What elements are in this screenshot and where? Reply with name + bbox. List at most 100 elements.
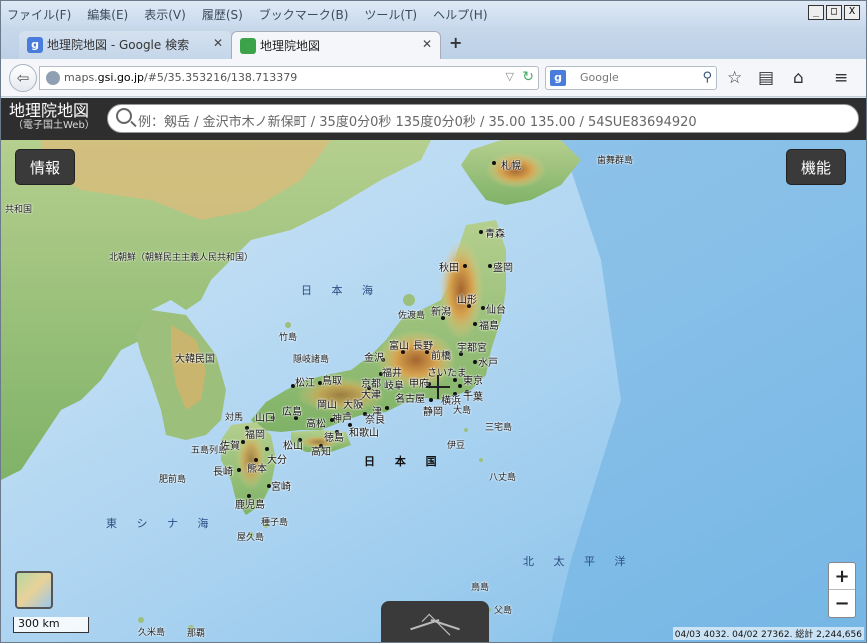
- city-dot: [492, 161, 496, 165]
- dropdown-icon[interactable]: ▽: [506, 70, 514, 83]
- island-tsushima: 対馬: [225, 413, 244, 423]
- search-bar[interactable]: g Google ⚲: [545, 66, 717, 90]
- city-morioka: 盛岡: [493, 263, 513, 274]
- back-button[interactable]: ⇦: [9, 64, 37, 92]
- city-yamagata: 山形: [457, 295, 477, 306]
- city-sendai: 仙台: [486, 305, 506, 316]
- city-tokyo: 東京: [463, 376, 483, 387]
- globe-icon: [46, 71, 60, 85]
- city-kochi: 高知: [311, 447, 331, 458]
- city-dot: [237, 468, 241, 472]
- search-input[interactable]: Google: [580, 71, 619, 84]
- place-search-input[interactable]: 例：剱岳 / 金沢市木ノ新保町 / 35度0分0秒 135度0分0秒 / 35.…: [107, 104, 859, 133]
- country-label-japan: 日 本 国: [364, 455, 445, 468]
- city-okayama: 岡山: [317, 400, 337, 411]
- city-nagano: 長野: [413, 341, 433, 352]
- region-label-south-korea: 大韓民国: [175, 354, 215, 365]
- info-button[interactable]: 情報: [15, 149, 76, 185]
- island-hachijo: 八丈島: [489, 473, 517, 483]
- city-aomori: 青森: [485, 229, 505, 240]
- home-icon[interactable]: ⌂: [793, 68, 804, 88]
- new-tab-icon[interactable]: +: [449, 33, 462, 52]
- city-chiba: 千葉: [463, 392, 483, 403]
- tab-gsi-map[interactable]: 地理院地図 ✕: [231, 31, 441, 59]
- navigation-bar: ⇦ maps.gsi.go.jp/#5/35.353216/138.713379…: [1, 59, 866, 97]
- menu-tools[interactable]: ツール(T): [364, 6, 417, 23]
- bookmarks-list-icon[interactable]: ▤: [758, 68, 774, 88]
- island-takeshima: 竹島: [279, 333, 298, 343]
- window-controls: _ □ X: [808, 5, 860, 20]
- city-tottori: 鳥取: [322, 376, 342, 387]
- city-shizuoka: 静岡: [423, 407, 443, 418]
- map-canvas[interactable]: 日 本 海 東 シ ナ 海 日 本 国 北 太 平 洋 北朝鮮（朝鮮民主主義人民…: [1, 140, 866, 642]
- google-g-icon[interactable]: g: [550, 70, 566, 86]
- function-button[interactable]: 機能: [786, 149, 847, 185]
- city-mito: 水戸: [478, 358, 498, 369]
- arrow-left-icon: ⇦: [16, 69, 30, 87]
- sea-label-east-china-sea: 東 シ ナ 海: [106, 517, 217, 530]
- island-yakushima: 屋久島: [237, 533, 265, 543]
- url-domain: gsi.go.jp: [97, 71, 144, 84]
- city-fukuoka: 福岡: [245, 430, 265, 441]
- url-path: /#5/35.353216/138.713379: [144, 71, 298, 84]
- bookmark-star-icon[interactable]: ☆: [727, 68, 742, 88]
- reload-icon[interactable]: ↻: [522, 69, 534, 85]
- pull-up-panel-button[interactable]: [381, 601, 489, 642]
- search-icon[interactable]: ⚲: [702, 70, 712, 85]
- url-prefix: maps.: [64, 71, 98, 84]
- tab-google-search[interactable]: g 地理院地図 - Google 検索 ✕: [19, 31, 231, 59]
- zoom-out-button[interactable]: −: [829, 590, 855, 617]
- city-dot: [330, 418, 334, 422]
- island-izu: 伊豆: [447, 441, 466, 451]
- city-dot: [473, 360, 477, 364]
- tab-close-icon[interactable]: ✕: [213, 36, 223, 50]
- city-saga: 佐賀: [220, 441, 240, 452]
- hamburger-menu-icon[interactable]: ≡: [834, 68, 848, 88]
- city-dot: [241, 440, 245, 444]
- city-yamaguchi: 山口: [255, 413, 275, 424]
- browser-window: ファイル(F) 編集(E) 表示(V) 履歴(S) ブックマーク(B) ツール(…: [0, 0, 867, 643]
- island-habomai: 歯舞群島: [597, 156, 634, 166]
- menu-bar: ファイル(F) 編集(E) 表示(V) 履歴(S) ブックマーク(B) ツール(…: [1, 1, 866, 27]
- menu-file[interactable]: ファイル(F): [7, 6, 71, 23]
- url-text: maps.gsi.go.jp/#5/35.353216/138.713379: [64, 71, 297, 84]
- menu-history[interactable]: 履歴(S): [202, 6, 243, 23]
- city-osaka: 大阪: [343, 400, 363, 411]
- city-dot: [488, 264, 492, 268]
- menu-help[interactable]: ヘルプ(H): [433, 6, 487, 23]
- city-nagasaki: 長崎: [213, 467, 233, 478]
- gsi-map-icon: [240, 38, 256, 54]
- search-placeholder: 例：剱岳 / 金沢市木ノ新保町 / 35度0分0秒 135度0分0秒 / 35.…: [138, 115, 697, 130]
- city-kagoshima: 鹿児島: [235, 500, 265, 511]
- city-kobe: 神戸: [332, 414, 352, 425]
- city-tsu: 津: [372, 407, 382, 418]
- island-sado: 佐渡島: [398, 311, 426, 321]
- tab-close-icon[interactable]: ✕: [422, 37, 432, 51]
- city-takamatsu: 高松: [306, 419, 326, 430]
- island-torishima: 鳥島: [471, 583, 490, 593]
- city-dot: [481, 306, 485, 310]
- google-g-icon: g: [27, 37, 43, 53]
- menu-view[interactable]: 表示(V): [144, 6, 186, 23]
- address-bar[interactable]: maps.gsi.go.jp/#5/35.353216/138.713379 ▽…: [39, 66, 539, 90]
- menu-edit[interactable]: 編集(E): [87, 6, 128, 23]
- base-map-thumbnail[interactable]: [15, 571, 53, 609]
- island-miyake: 三宅島: [485, 423, 513, 433]
- city-fukushima: 福島: [479, 321, 499, 332]
- close-window-button[interactable]: X: [844, 5, 860, 20]
- minimize-button[interactable]: _: [808, 5, 824, 20]
- city-dot: [463, 264, 467, 268]
- sea-label-north-pacific: 北 太 平 洋: [523, 555, 634, 568]
- app-logo[interactable]: 地理院地図 （電子国土Web）: [9, 102, 95, 132]
- city-tokushima: 徳島: [324, 433, 344, 444]
- region-label-china: 共和国: [5, 205, 33, 215]
- scale-bar: 300 km: [13, 617, 89, 633]
- menu-bookmarks[interactable]: ブックマーク(B): [259, 6, 349, 23]
- chevron-up-icon: [409, 613, 461, 627]
- tab-bar: g 地理院地図 - Google 検索 ✕ 地理院地図 ✕ +: [1, 27, 866, 59]
- zoom-in-button[interactable]: +: [829, 563, 855, 590]
- island-kume: 久米島: [138, 628, 166, 638]
- city-utsunomiya: 宇都宮: [457, 343, 487, 354]
- maximize-button[interactable]: □: [826, 5, 842, 20]
- search-icon: [116, 108, 132, 124]
